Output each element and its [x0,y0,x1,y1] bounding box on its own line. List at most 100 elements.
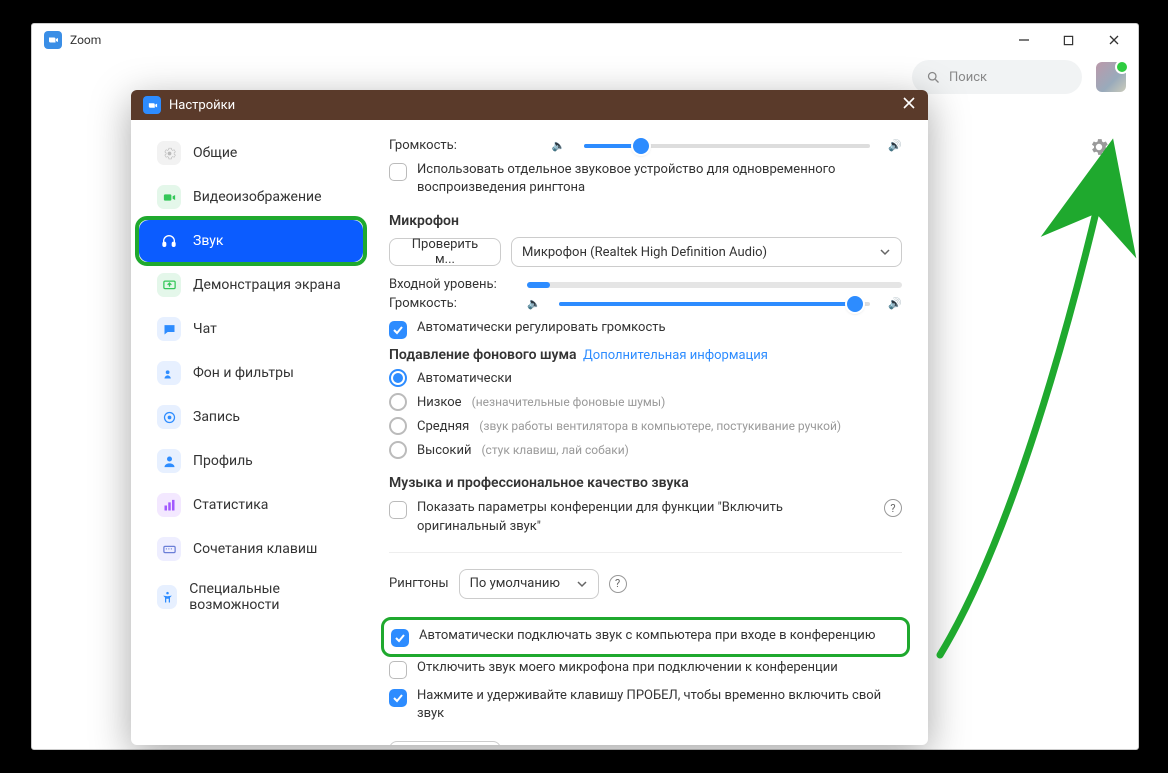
record-icon [157,405,181,429]
noise-info-link[interactable]: Дополнительная информация [583,348,768,363]
noise-option-hint: (звук работы вентилятора в компьютере, п… [479,419,841,433]
noise-option-hint: (стук клавиш, лай собаки) [481,443,628,457]
separate-device-checkbox[interactable] [389,163,407,181]
chevron-down-icon [879,246,891,258]
maximize-button[interactable] [1046,25,1091,55]
volume-label: Громкость: [389,138,457,153]
microphone-heading: Микрофон [389,213,902,229]
search-input[interactable]: Поиск [912,60,1082,94]
accessibility-icon [157,585,177,609]
search-icon [926,70,941,85]
window-title: Zoom [70,33,101,47]
auto-join-audio-label: Автоматически подключать звук с компьюте… [419,627,875,645]
auto-adjust-checkbox[interactable] [389,321,407,339]
original-sound-checkbox[interactable] [389,501,407,519]
background-icon [157,361,181,385]
mic-selected: Микрофон (Realtek High Definition Audio) [522,245,767,260]
speaker-high-icon: 🔊 [888,139,902,152]
sidebar-item-chat[interactable]: Чат [139,308,363,350]
sidebar-item-general[interactable]: Общие [139,132,363,174]
noise-option-label: Низкое [417,395,462,410]
speaker-high-icon: 🔊 [888,297,902,310]
modal-title: Настройки [169,98,235,113]
sidebar-item-accessibility[interactable]: Специальные возможности [139,572,363,622]
push-to-talk-label: Нажмите и удерживайте клавишу ПРОБЕЛ, чт… [417,687,902,723]
help-icon[interactable]: ? [884,499,902,517]
modal-close-button[interactable] [902,96,916,114]
profile-icon [157,449,181,473]
search-placeholder: Поиск [949,70,987,85]
input-level-label: Входной уровень: [389,277,517,292]
sidebar-item-recording[interactable]: Запись [139,396,363,438]
video-icon [157,185,181,209]
sidebar-item-label: Видеоизображение [193,189,322,205]
sidebar-item-label: Звук [193,233,223,249]
noise-option-label: Высокий [417,443,471,458]
zoom-logo-icon [143,96,161,114]
auto-adjust-label: Автоматически регулировать громкость [417,319,666,337]
settings-content[interactable]: Громкость: 🔈 🔊 Использовать отдельное зв… [371,120,928,745]
close-button[interactable] [1091,25,1136,55]
advanced-button[interactable]: Расширенные [389,741,501,745]
sidebar-item-shortcuts[interactable]: Сочетания клавиш [139,528,363,570]
mic-volume-label: Громкость: [389,296,517,311]
noise-option-hint: (незначительные фоновые шумы) [472,395,666,409]
noise-option-label: Средняя [417,419,469,434]
noise-option-label: Автоматически [417,371,512,386]
noise-heading: Подавление фонового шума [389,347,577,363]
sidebar-item-label: Демонстрация экрана [193,277,341,293]
sidebar-item-label: Сочетания клавиш [193,541,317,557]
help-icon[interactable]: ? [609,575,627,593]
speaker-low-icon: 🔈 [527,297,541,310]
statistics-icon [157,493,181,517]
speaker-low-icon: 🔈 [552,139,566,152]
test-mic-button[interactable]: Проверить м... [389,238,501,266]
sidebar-item-label: Статистика [193,497,268,513]
noise-auto-radio[interactable] [389,369,407,387]
sidebar-item-label: Запись [193,409,240,425]
minimize-button[interactable] [1001,25,1046,55]
mute-on-join-checkbox[interactable] [389,661,407,679]
noise-medium-radio[interactable] [389,417,407,435]
sidebar-item-background[interactable]: Фон и фильтры [139,352,363,394]
sidebar-item-video[interactable]: Видеоизображение [139,176,363,218]
sidebar-item-label: Фон и фильтры [193,365,294,381]
settings-modal: Настройки Общие Видеоизображение [131,90,928,745]
input-level-meter [527,282,902,288]
noise-low-radio[interactable] [389,393,407,411]
original-sound-label: Показать параметры конференции для функц… [417,499,874,535]
titlebar: Zoom [32,24,1138,56]
settings-gear-icon[interactable] [1088,136,1110,162]
divider [389,552,902,553]
mute-on-join-label: Отключить звук моего микрофона при подкл… [417,659,838,677]
keyboard-icon [157,537,181,561]
headphones-icon [157,229,181,253]
sidebar-item-label: Профиль [193,453,253,469]
chevron-down-icon [576,578,588,590]
chat-icon [157,317,181,341]
ringtone-dropdown[interactable]: По умолчанию [459,569,599,599]
sidebar-item-share[interactable]: Демонстрация экрана [139,264,363,306]
zoom-logo-icon [44,31,62,49]
gear-icon [157,141,181,165]
sidebar-item-label: Специальные возможности [189,581,345,613]
music-heading: Музыка и профессиональное качество звука [389,475,902,491]
ringtone-label: Рингтоны [389,576,449,591]
modal-header: Настройки [131,90,928,120]
avatar[interactable] [1096,62,1126,92]
sidebar-item-audio[interactable]: Звук [139,220,363,262]
main-window: Zoom Поиск [31,23,1139,750]
speaker-volume-slider[interactable] [584,144,871,148]
microphone-dropdown[interactable]: Микрофон (Realtek High Definition Audio) [511,237,902,267]
settings-sidebar: Общие Видеоизображение Звук Демонстрация… [131,120,371,745]
sidebar-item-statistics[interactable]: Статистика [139,484,363,526]
sidebar-item-label: Общие [193,145,237,161]
auto-join-audio-checkbox[interactable] [391,629,409,647]
sidebar-item-label: Чат [193,321,217,337]
separate-device-label: Использовать отдельное звуковое устройст… [417,161,902,197]
mic-volume-slider[interactable] [559,302,871,306]
noise-high-radio[interactable] [389,441,407,459]
push-to-talk-checkbox[interactable] [389,689,407,707]
sidebar-item-profile[interactable]: Профиль [139,440,363,482]
share-screen-icon [157,273,181,297]
